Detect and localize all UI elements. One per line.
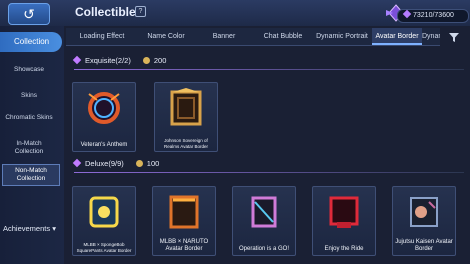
avatar-border-card[interactable]: MLBB × NARUTO Avatar Border [152, 186, 216, 256]
card-name: MLBB × NARUTO Avatar Border [159, 239, 209, 252]
avatar-border-card[interactable]: Enjoy the Ride [312, 186, 376, 256]
sidebar-item-in-match-collection[interactable]: In-Match Collection [0, 140, 58, 156]
border-frame-image [251, 196, 277, 228]
tab-dynamic-portrait[interactable]: Dynamic Portrait [312, 28, 372, 45]
sidebar-item-skins[interactable]: Skins [0, 92, 58, 100]
avatar-border-card[interactable]: Jujutsu Kaisen Avatar Border [392, 186, 456, 256]
section-divider [74, 69, 464, 70]
section-price: 200 [153, 56, 167, 65]
avatar-border-card[interactable]: MLBB × SpongeBob SquarePants Avatar Bord… [72, 186, 136, 256]
collection-label: Collection [14, 37, 50, 46]
coin-icon [142, 57, 150, 64]
tab-avatar-border[interactable]: Avatar Border [372, 28, 422, 45]
tab-banner[interactable]: Banner [194, 28, 254, 45]
section-label: Exquisite(2/2) [85, 56, 131, 65]
sidebar: Collection Showcase Skins Chromatic Skin… [0, 26, 64, 264]
tab-bar: Loading Effect Name Color Banner Chat Bu… [66, 28, 440, 46]
section-divider [74, 172, 464, 173]
sidebar-item-showcase[interactable]: Showcase [0, 66, 58, 74]
tab-dynamic-more[interactable]: Dynami [422, 28, 440, 45]
tab-loading-effect[interactable]: Loading Effect [66, 28, 138, 45]
card-name: Veteran's Anthem [80, 142, 128, 148]
help-icon[interactable]: ? [135, 6, 146, 17]
card-name: MLBB × SpongeBob SquarePants Avatar Bord… [76, 242, 132, 253]
card-name: Jujutsu Kaisen Avatar Border [395, 239, 453, 252]
border-frame-image [410, 197, 438, 227]
filter-icon[interactable] [448, 31, 460, 43]
border-frame-image [329, 196, 359, 228]
achievements-label: Achievements [3, 224, 51, 233]
avatar-border-card[interactable]: Operation is a GO! [232, 186, 296, 256]
section-price: 100 [146, 159, 160, 168]
achievements-button[interactable]: Achievements ▾ [0, 222, 64, 236]
border-frame-image [88, 92, 120, 124]
page-title: Collectible [75, 5, 136, 19]
gem-icon [402, 9, 412, 19]
tab-chat-bubble[interactable]: Chat Bubble [254, 28, 312, 45]
back-arrow-icon: ↺ [23, 5, 35, 22]
card-name: Enjoy the Ride [324, 246, 364, 252]
collection-grid: Exquisite(2/2) 200 Veteran's Anthem Johns… [66, 46, 470, 264]
coin-icon [135, 160, 143, 167]
sidebar-item-non-match-collection[interactable]: Non-Match Collection [2, 164, 60, 186]
avatar-border-card[interactable]: Veteran's Anthem [72, 82, 136, 152]
sidebar-item-chromatic-skins[interactable]: Chromatic Skins [0, 114, 58, 122]
border-frame-image [169, 195, 199, 229]
back-button[interactable]: ↺ [8, 3, 50, 25]
chevron-down-icon: ▾ [52, 224, 56, 233]
border-frame-image [170, 88, 202, 126]
avatar-border-card[interactable]: Johnson Sovereign of Realms Avatar Borde… [154, 82, 218, 152]
section-header-deluxe: Deluxe(9/9) 100 [72, 158, 160, 170]
collection-category-button[interactable]: Collection [0, 32, 62, 52]
section-label: Deluxe(9/9) [85, 159, 124, 168]
tab-name-color[interactable]: Name Color [138, 28, 194, 45]
card-name: Operation is a GO! [238, 246, 290, 252]
gem-icon [72, 158, 82, 168]
section-header-exquisite: Exquisite(2/2) 200 [72, 55, 167, 67]
currency-value: 73210/73600 [413, 12, 454, 19]
border-frame-image [89, 196, 119, 228]
top-bar: ↺ Collectible ? 73210/73600 [0, 0, 470, 26]
gem-icon [72, 55, 82, 65]
currency-counter: 73210/73600 [397, 9, 469, 23]
card-name: Johnson Sovereign of Realms Avatar Borde… [164, 138, 208, 149]
